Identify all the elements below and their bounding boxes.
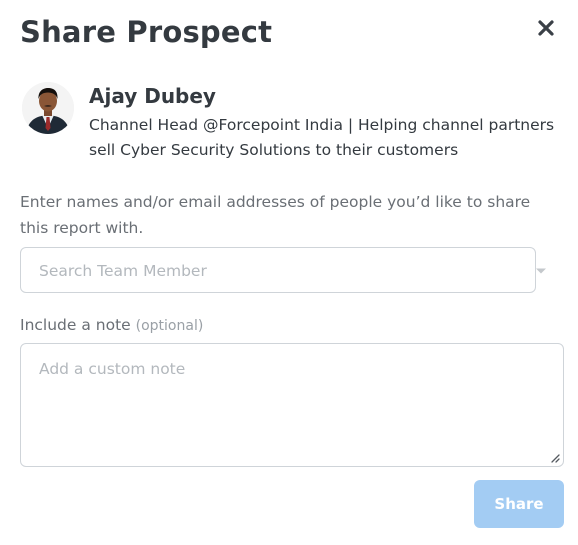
prospect-headline: Channel Head @Forcepoint India | Helping…	[89, 116, 555, 159]
search-placeholder: Search Team Member	[39, 262, 207, 280]
prospect-name: Ajay Dubey	[89, 84, 216, 108]
share-prospect-modal: Share Prospect Ajay Dubey Channel Head @…	[0, 0, 578, 545]
share-button[interactable]: Share	[474, 480, 564, 528]
resize-handle-icon[interactable]	[550, 453, 560, 463]
note-label-text: Include a note	[20, 316, 131, 334]
note-placeholder: Add a custom note	[39, 360, 186, 378]
avatar	[22, 82, 74, 134]
optional-label: (optional)	[135, 318, 204, 334]
share-instructions: Enter names and/or email addresses of pe…	[20, 193, 531, 237]
caret-down-icon[interactable]	[535, 267, 547, 275]
close-icon[interactable]	[534, 16, 558, 40]
team-member-search-select[interactable]: Search Team Member	[20, 247, 546, 293]
modal-title: Share Prospect	[20, 15, 273, 49]
prospect-card: Ajay Dubey Channel Head @Forcepoint Indi…	[22, 80, 562, 162]
note-label: Include a note (optional)	[20, 314, 203, 337]
custom-note-textarea[interactable]: Add a custom note	[20, 343, 564, 467]
